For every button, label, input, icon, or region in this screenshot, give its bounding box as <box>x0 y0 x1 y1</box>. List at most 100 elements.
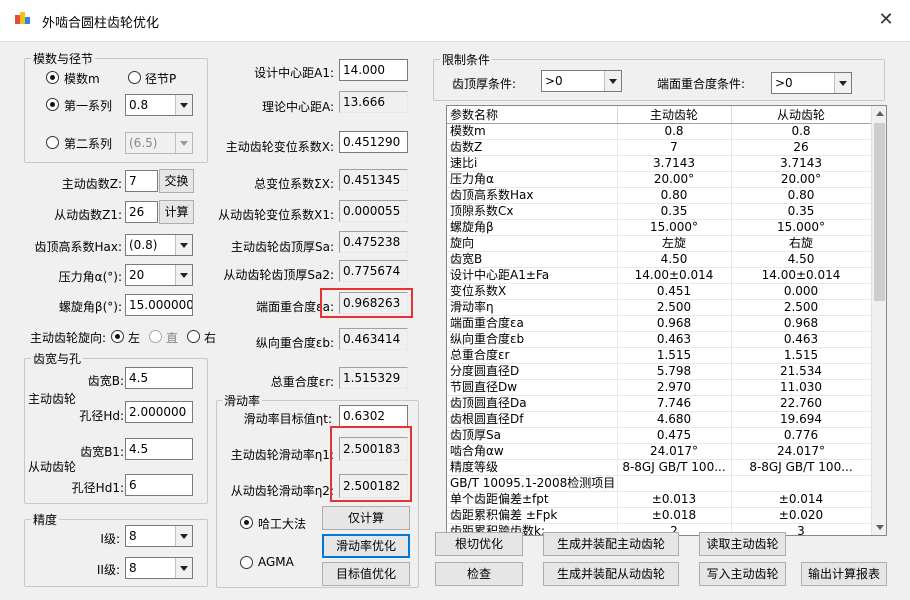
chevron-down-icon[interactable] <box>834 73 851 93</box>
table-row[interactable]: 齿宽B 4.50 4.50 <box>447 251 872 268</box>
table-row[interactable]: 齿顶高系数Hax 0.80 0.80 <box>447 187 872 204</box>
table-row[interactable]: 螺旋角β 15.000° 15.000° <box>447 219 872 236</box>
scroll-thumb[interactable] <box>874 123 885 301</box>
table-row[interactable]: 齿数Z 7 26 <box>447 139 872 156</box>
column-header-drive[interactable]: 主动齿轮 <box>617 106 732 124</box>
root-cut-optimize-button[interactable]: 根切优化 <box>435 532 523 556</box>
table-row[interactable]: 分度圆直径D 5.798 21.534 <box>447 363 872 380</box>
beta-input[interactable]: 15.000000 <box>125 294 193 316</box>
x-input[interactable]: 0.451290 <box>339 131 408 153</box>
hand-left-radio[interactable] <box>111 330 124 343</box>
table-row[interactable]: 节圆直径Dw 2.970 11.030 <box>447 379 872 396</box>
sa-label: 主动齿轮齿顶厚Sa: <box>230 240 334 254</box>
table-row[interactable]: 变位系数X 0.451 0.000 <box>447 283 872 300</box>
table-row[interactable]: 啮合角αw 24.017° 24.017° <box>447 443 872 460</box>
alpha-select[interactable]: 20 <box>125 264 193 286</box>
series2-radio[interactable] <box>46 136 59 149</box>
eta2-label: 从动齿轮滑动率η2: <box>230 484 334 498</box>
target-label: 滑动率目标值ηt: <box>243 412 332 426</box>
b-input[interactable]: 4.5 <box>125 367 193 389</box>
table-row[interactable]: 旋向 左旋 右旋 <box>447 235 872 252</box>
table-row[interactable]: 设计中心距A1±Fa 14.00±0.014 14.00±0.014 <box>447 267 872 284</box>
table-row[interactable]: 齿距累积偏差 ±Fpk ±0.018 ±0.020 <box>447 507 872 524</box>
table-row[interactable]: GB/T 10095.1-2008检测项目 <box>447 475 872 492</box>
driven-gear-label: 从动齿轮 <box>28 460 77 474</box>
table-scrollbar[interactable] <box>871 106 886 535</box>
table-row[interactable]: 齿顶圆直径Da 7.746 22.760 <box>447 395 872 412</box>
b1-input[interactable]: 4.5 <box>125 438 193 460</box>
chevron-down-icon[interactable] <box>175 526 192 546</box>
series1-select[interactable]: 0.8 <box>125 94 193 116</box>
read-drive-gear-button[interactable]: 读取主动齿轮 <box>699 532 786 556</box>
driven-value-cell: 26 <box>731 139 872 156</box>
drive-value-cell: 左旋 <box>617 235 732 252</box>
module-radio[interactable] <box>46 71 59 84</box>
swap-button[interactable]: 交换 <box>159 169 194 193</box>
close-icon[interactable]: ✕ <box>872 6 900 34</box>
param-name-cell: 齿数Z <box>447 139 618 156</box>
target-optimize-button[interactable]: 目标值优化 <box>322 562 410 586</box>
hand-straight-radio[interactable] <box>149 330 162 343</box>
table-row[interactable]: 顶隙系数Cx 0.35 0.35 <box>447 203 872 220</box>
table-row[interactable]: 纵向重合度εb 0.463 0.463 <box>447 331 872 348</box>
overlap-select[interactable]: >0 <box>771 72 852 94</box>
table-row[interactable]: 端面重合度εa 0.968 0.968 <box>447 315 872 332</box>
table-row[interactable]: 齿根圆直径Df 4.680 19.694 <box>447 411 872 428</box>
chevron-down-icon[interactable] <box>175 558 192 578</box>
table-row[interactable]: 精度等级 8-8GJ GB/T 100... 8-8GJ GB/T 100... <box>447 459 872 476</box>
hand-left-label: 左 <box>128 331 141 345</box>
hd1-input[interactable]: 6 <box>125 474 193 496</box>
check-button[interactable]: 检查 <box>435 562 523 586</box>
pitch-radio[interactable] <box>128 71 141 84</box>
grade2-select-value: 8 <box>129 561 137 575</box>
table-row[interactable]: 压力角α 20.00° 20.00° <box>447 171 872 188</box>
table-row[interactable]: 齿顶厚Sa 0.475 0.776 <box>447 427 872 444</box>
z1-input[interactable]: 7 <box>125 170 158 192</box>
param-name-cell: 设计中心距A1±Fa <box>447 267 618 284</box>
slip-optimize-button[interactable]: 滑动率优化 <box>322 534 410 558</box>
table-row[interactable]: 总重合度εr 1.515 1.515 <box>447 347 872 364</box>
table-row[interactable]: 单个齿距偏差±fpt ±0.013 ±0.014 <box>447 491 872 508</box>
module-group-legend: 模数与径节 <box>31 50 96 67</box>
drive-value-cell: 24.017° <box>617 443 732 460</box>
generate-drive-gear-button[interactable]: 生成并装配主动齿轮 <box>543 532 679 556</box>
driven-value-cell: 4.50 <box>731 251 872 268</box>
x-label: 主动齿轮变位系数X: <box>225 140 334 154</box>
grade2-select[interactable]: 8 <box>125 557 193 579</box>
scroll-down-icon[interactable] <box>872 519 886 535</box>
a1-input[interactable]: 14.000 <box>339 59 408 81</box>
method-agma-radio[interactable] <box>240 556 253 569</box>
chevron-down-icon[interactable] <box>175 95 192 115</box>
table-row[interactable]: 滑动率η 2.500 2.500 <box>447 299 872 316</box>
column-header-name[interactable]: 参数名称 <box>447 106 618 124</box>
scroll-up-icon[interactable] <box>872 106 886 122</box>
column-header-driven[interactable]: 从动齿轮 <box>731 106 872 124</box>
sa2-readout: 0.775674 <box>339 260 408 282</box>
driven-value-cell: 2.500 <box>731 299 872 316</box>
calc-button[interactable]: 计算 <box>159 200 194 224</box>
table-row[interactable]: 速比i 3.7143 3.7143 <box>447 155 872 172</box>
series1-radio[interactable] <box>46 98 59 111</box>
target-input[interactable]: 0.6302 <box>339 405 408 427</box>
tooth-thickness-select[interactable]: >0 <box>541 70 622 92</box>
grade1-select[interactable]: 8 <box>125 525 193 547</box>
write-drive-gear-button[interactable]: 写入主动齿轮 <box>699 562 786 586</box>
param-name-cell: 变位系数X <box>447 283 618 300</box>
parameter-table[interactable]: 参数名称 主动齿轮 从动齿轮 模数m 0.8 0.8 齿数Z 7 26 速比i 3.7143 3… <box>446 105 887 536</box>
table-row[interactable]: 模数m 0.8 0.8 <box>447 123 872 140</box>
param-name-cell: 齿根圆直径Df <box>447 411 618 428</box>
drive-value-cell: 0.968 <box>617 315 732 332</box>
series2-select[interactable]: (6.5) <box>125 132 193 154</box>
calc-only-button[interactable]: 仅计算 <box>322 506 410 530</box>
hand-right-radio[interactable] <box>187 330 200 343</box>
export-report-button[interactable]: 输出计算报表 <box>801 562 887 586</box>
generate-driven-gear-button[interactable]: 生成并装配从动齿轮 <box>543 562 679 586</box>
z2-input[interactable]: 26 <box>125 201 158 223</box>
hax-select[interactable]: (0.8) <box>125 234 193 256</box>
a-label: 理论中心距A: <box>261 100 334 114</box>
drive-gear-label: 主动齿轮 <box>28 392 77 406</box>
param-name-cell: 分度圆直径D <box>447 363 618 380</box>
method-hit-radio[interactable] <box>240 516 253 529</box>
chevron-down-icon[interactable] <box>604 71 621 91</box>
hd-input[interactable]: 2.000000 <box>125 401 193 423</box>
